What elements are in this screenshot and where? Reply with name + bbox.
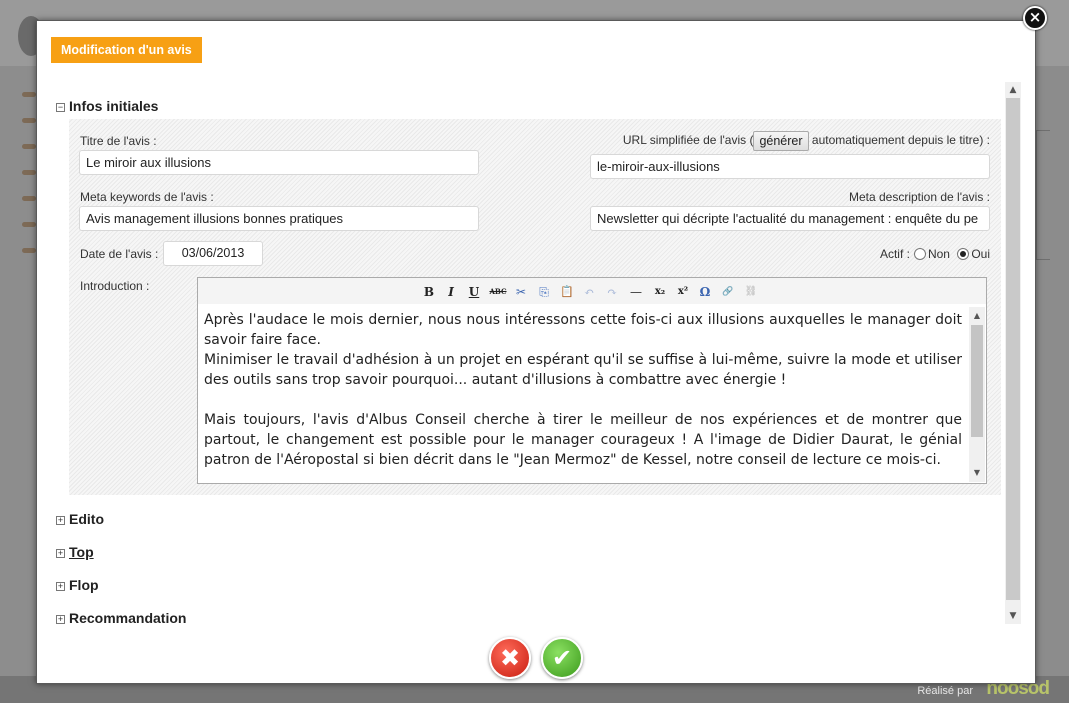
expand-icon[interactable]: + [56,615,65,624]
editor-content[interactable]: Après l'audace le mois dernier, nous nou… [202,308,964,480]
paste-icon[interactable]: 📋 [558,284,576,300]
sidebar-bullet-icon [22,248,36,253]
section-label: Top [69,544,94,560]
editor-blank-line [204,390,962,410]
date-label: Date de l'avis : [80,247,159,261]
actif-oui-label[interactable]: Oui [971,247,990,261]
section-label: Infos initiales [69,98,159,114]
modal-scrollbar[interactable]: ▲ ▼ [1005,82,1021,624]
scroll-up-icon[interactable]: ▲ [1005,82,1021,98]
section-label: Edito [69,511,104,527]
date-input[interactable]: 03/06/2013 [163,241,263,266]
unlink-icon[interactable]: ⛓ [743,284,759,300]
sidebar-bullet-icon [22,222,36,227]
collapse-icon[interactable]: − [56,103,65,112]
actif-group: Actif : Non Oui [880,247,990,261]
editor-paragraph: Minimiser le travail d'adhésion à un pro… [204,352,962,388]
keywords-label: Meta keywords de l'avis : [80,190,214,204]
redo-icon[interactable]: ↷ [604,284,620,300]
section-label: Flop [69,577,99,593]
editor-scroll-down-icon[interactable]: ▼ [969,466,985,480]
sidebar-bullet-icon [22,144,36,149]
undo-icon[interactable]: ↶ [581,284,597,300]
expand-icon[interactable]: + [56,582,65,591]
subscript-button[interactable]: x₂ [651,284,669,300]
editor-paragraph: Mais toujours, l'avis d'Albus Conseil ch… [204,412,962,468]
introduction-label: Introduction : [80,279,150,293]
description-input[interactable]: Newsletter qui décripte l'actualité du m… [590,206,990,231]
background-table-edge [1036,130,1050,260]
link-icon[interactable]: 🔗 [720,284,736,300]
titre-input[interactable]: Le miroir aux illusions [79,150,479,175]
sidebar-bullet-icon [22,196,36,201]
url-label-suffix: automatiquement depuis le titre) : [811,133,990,148]
modal-title: Modification d'un avis [51,37,202,63]
modal-scroll-area[interactable]: − Infos initiales Titre de l'avis : Le mi… [51,81,1021,625]
url-input[interactable]: le-miroir-aux-illusions [590,154,990,179]
sidebar-bullet-icon [22,170,36,175]
url-label: URL simplifiée de l'avis (générer automa… [623,131,990,151]
actif-label: Actif : [879,247,910,261]
cut-icon[interactable]: ✂ [513,284,529,300]
actif-oui-radio[interactable] [957,248,970,260]
scroll-thumb[interactable] [1006,98,1020,600]
italic-button[interactable]: I [444,284,458,300]
url-label-text: URL simplifiée de l'avis ( [622,133,754,148]
editor-toolbar: B I U ABC ✂ ⎘ 📋 ↶ ↷ — x₂ x² Ω 🔗 ⛓ [198,278,986,304]
sidebar-bullet-icon [22,118,36,123]
bold-button[interactable]: B [422,284,436,300]
keywords-input[interactable]: Avis management illusions bonnes pratiqu… [79,206,479,231]
infos-initiales-panel: Titre de l'avis : Le miroir aux illusion… [69,119,1001,495]
scroll-down-icon[interactable]: ▼ [1005,608,1021,624]
section-recommandation[interactable]: + Recommandation [56,609,186,625]
sidebar-bullet-icon [22,92,36,97]
special-char-icon[interactable]: Ω [697,284,713,300]
editor-scrollbar[interactable]: ▲ ▼ [969,307,985,482]
cancel-button[interactable]: ✖ [489,637,531,679]
superscript-button[interactable]: x² [674,284,692,300]
section-flop[interactable]: + Flop [56,576,99,594]
actif-non-radio[interactable] [913,248,926,260]
actif-non-label[interactable]: Non [928,247,950,261]
editor-paragraph: Après l'audace le mois dernier, nous nou… [204,312,962,348]
underline-button[interactable]: U [467,284,481,300]
introduction-editor[interactable]: B I U ABC ✂ ⎘ 📋 ↶ ↷ — x₂ x² Ω 🔗 ⛓ Après … [197,277,987,484]
section-top[interactable]: + Top [56,543,94,561]
generate-url-button[interactable]: générer [753,131,809,151]
edit-review-modal: Modification d'un avis − Infos initiales … [36,20,1036,684]
section-infos-initiales[interactable]: − Infos initiales [56,97,158,115]
strikethrough-button[interactable]: ABC [489,284,507,300]
editor-scroll-thumb[interactable] [971,325,983,437]
close-modal-button[interactable]: × [1023,6,1047,30]
section-label: Recommandation [69,610,187,625]
expand-icon[interactable]: + [56,549,65,558]
description-label: Meta description de l'avis : [848,190,990,204]
footer-credit: Réalisé par [917,685,973,697]
confirm-button[interactable]: ✔ [541,637,583,679]
section-edito[interactable]: + Edito [56,510,104,528]
horizontal-rule-icon[interactable]: — [627,284,645,300]
background-sidebar [0,66,40,676]
editor-scroll-up-icon[interactable]: ▲ [969,309,985,323]
copy-icon[interactable]: ⎘ [536,284,552,300]
titre-label: Titre de l'avis : [80,134,157,148]
expand-icon[interactable]: + [56,516,65,525]
